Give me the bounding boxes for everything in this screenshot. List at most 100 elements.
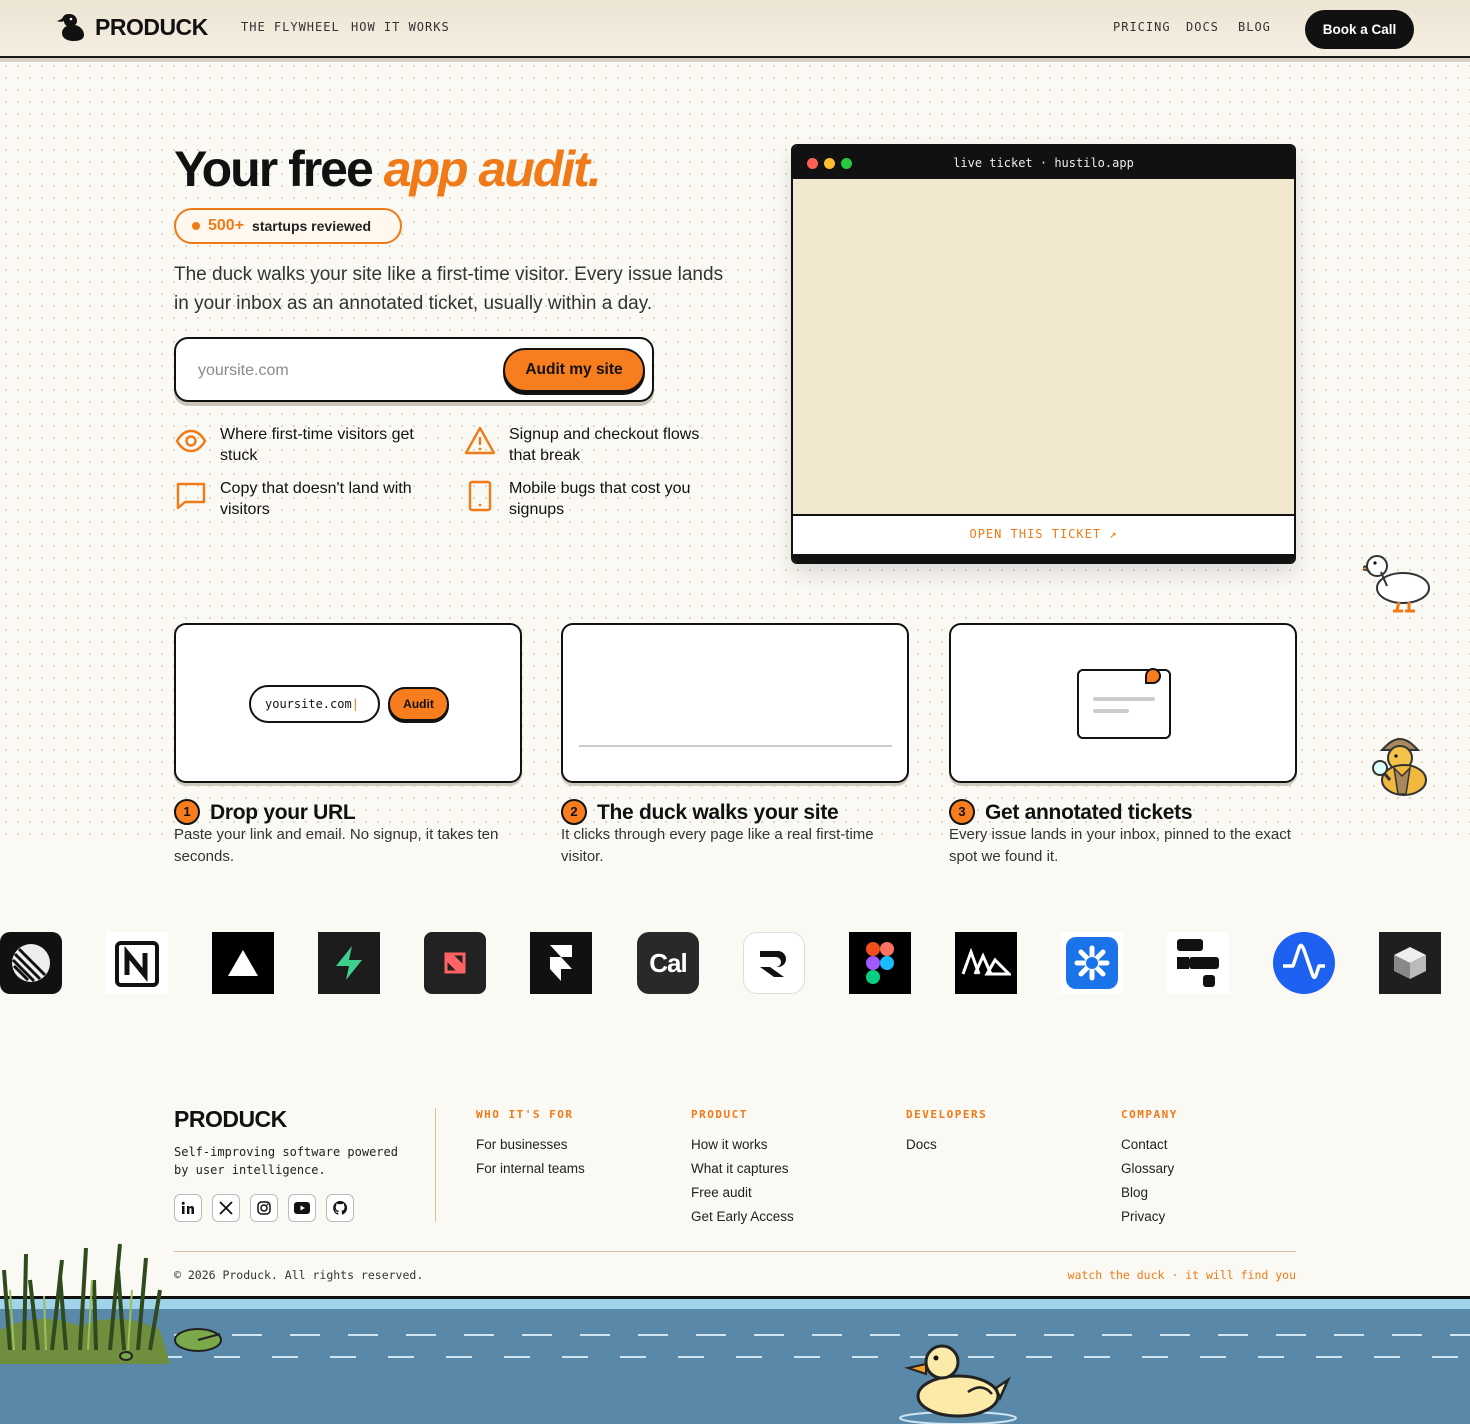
pitch-logo (955, 932, 1017, 994)
footer-link-businesses[interactable]: For businesses (476, 1137, 568, 1152)
footer-divider (435, 1108, 436, 1222)
pin-icon (1145, 668, 1161, 684)
wave-line (1258, 1356, 1284, 1358)
pond-highlight (0, 1299, 1470, 1309)
wave-line (1316, 1356, 1342, 1358)
footer-rule (174, 1251, 1296, 1252)
footer-link-contact[interactable]: Contact (1121, 1137, 1168, 1152)
audit-site-button[interactable]: Audit my site (503, 348, 645, 392)
nav-how-it-works[interactable]: HOW IT WORKS (351, 20, 450, 34)
step-card-drop-url: yoursite.com| Audit (174, 623, 522, 783)
window-bottom-bar (793, 554, 1294, 562)
copyright-text: © 2026 Produck. All rights reserved. (174, 1268, 424, 1282)
youtube-icon[interactable] (288, 1194, 316, 1222)
step-description: Every issue lands in your inbox, pinned … (949, 826, 1291, 865)
footer-link-privacy[interactable]: Privacy (1121, 1209, 1165, 1224)
wave-line (1084, 1356, 1110, 1358)
wave-line (1392, 1334, 1422, 1336)
footer-link-what-it-captures[interactable]: What it captures (691, 1161, 789, 1176)
wave-line (232, 1334, 262, 1336)
vercel-logo (212, 932, 274, 994)
wave-line (464, 1334, 494, 1336)
x-icon[interactable] (212, 1194, 240, 1222)
window-title: live ticket · hustilo.app (953, 156, 1134, 170)
footer-link-glossary[interactable]: Glossary (1121, 1161, 1174, 1176)
eye-icon (175, 429, 207, 453)
walk-progress-track (579, 745, 892, 747)
render-logo (1167, 932, 1229, 994)
figma-logo (849, 932, 911, 994)
wave-line (214, 1356, 240, 1358)
hero-title: Your free app audit. (174, 140, 602, 198)
nav-docs[interactable]: DOCS (1186, 20, 1219, 34)
feature-item: Mobile bugs that cost you signups (463, 478, 723, 520)
wave-line (1218, 1334, 1248, 1336)
hero-title-plain: Your free (174, 141, 374, 197)
wave-line (1276, 1334, 1306, 1336)
wave-line (696, 1334, 726, 1336)
raycast-r-logo (743, 932, 805, 994)
footer-link-free-audit[interactable]: Free audit (691, 1185, 752, 1200)
wave-line (1334, 1334, 1364, 1336)
navbar-shadow (0, 58, 1470, 62)
footer-link-blog[interactable]: Blog (1121, 1185, 1148, 1200)
feature-text: Where first-time visitors get stuck (220, 426, 414, 464)
notion-logo (106, 932, 168, 994)
badge-dot (192, 222, 200, 230)
wave-line (736, 1356, 762, 1358)
warning-icon (464, 426, 496, 455)
step-title: The duck walks your site (597, 801, 839, 824)
cal-logo-text: Cal (649, 947, 687, 978)
instagram-icon[interactable] (250, 1194, 278, 1222)
wave-line (812, 1334, 842, 1336)
footer-col-heading: PRODUCT (691, 1108, 748, 1121)
footer-col-heading: DEVELOPERS (906, 1108, 988, 1121)
footer-brand: PRODUCK (174, 1106, 287, 1132)
brand-logo[interactable]: PRODUCK (55, 12, 208, 42)
step-card-duck-walks (561, 623, 909, 783)
step-description: It clicks through every page like a real… (561, 826, 874, 865)
wave-line (1026, 1356, 1052, 1358)
footer-col-heading: COMPANY (1121, 1108, 1178, 1121)
github-icon[interactable] (326, 1194, 354, 1222)
step-title: Get annotated tickets (985, 801, 1193, 824)
nav-pricing[interactable]: PRICING (1113, 20, 1171, 34)
open-ticket-link[interactable]: OPEN THIS TICKET ↗ (793, 514, 1294, 554)
wave-line (1160, 1334, 1190, 1336)
brand-name: PRODUCK (95, 13, 208, 40)
raycast-logo (424, 932, 486, 994)
window-titlebar: live ticket · hustilo.app (793, 146, 1294, 179)
wave-line (388, 1356, 414, 1358)
wave-line (504, 1356, 530, 1358)
book-call-button[interactable]: Book a Call (1305, 10, 1414, 49)
wave-line (406, 1334, 436, 1336)
wave-line (522, 1334, 552, 1336)
wave-line (754, 1334, 784, 1336)
badge-count: 500+ (208, 217, 245, 234)
mail-icon (1077, 668, 1171, 739)
wave-line (330, 1356, 356, 1358)
footer-tagline: Self-improving software powered by user … (174, 1145, 398, 1177)
step-title: Drop your URL (210, 801, 356, 824)
step-number: 3 (949, 799, 975, 825)
badge-text: startups reviewed (252, 218, 372, 234)
wave-line (290, 1334, 320, 1336)
wave-line (1200, 1356, 1226, 1358)
reeds-illustration (0, 1243, 180, 1364)
nav-blog[interactable]: BLOG (1238, 20, 1271, 34)
linear-logo (0, 932, 62, 994)
linkedin-icon[interactable] (174, 1194, 202, 1222)
nav-flywheel[interactable]: THE FLYWHEEL (241, 20, 340, 34)
wave-line (1142, 1356, 1168, 1358)
supabase-logo (318, 932, 380, 994)
site-url-input[interactable] (198, 357, 488, 385)
wave-line (1450, 1334, 1470, 1336)
wave-line (580, 1334, 610, 1336)
footer-link-internal-teams[interactable]: For internal teams (476, 1161, 585, 1176)
replit-cube-logo (1379, 932, 1441, 994)
wave-line (678, 1356, 704, 1358)
footer-link-how-it-works[interactable]: How it works (691, 1137, 768, 1152)
footer-link-docs[interactable]: Docs (906, 1137, 937, 1152)
footer-link-early-access[interactable]: Get Early Access (691, 1209, 794, 1224)
wave-line (348, 1334, 378, 1336)
